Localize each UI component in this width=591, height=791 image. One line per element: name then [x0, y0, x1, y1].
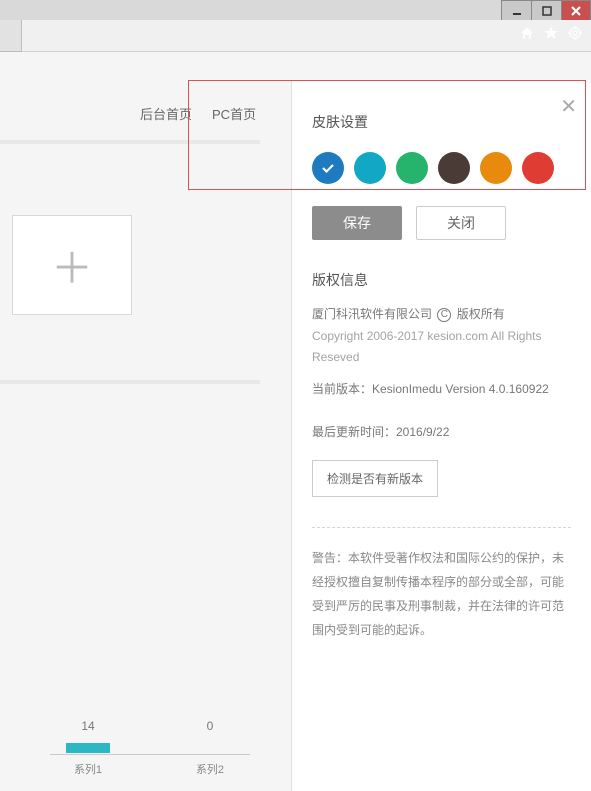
panel-close-button[interactable]: ✕	[560, 94, 577, 119]
copyright-title: 版权信息	[312, 270, 571, 290]
window-maximize-button[interactable]	[531, 0, 561, 20]
skin-swatch-red[interactable]	[522, 152, 554, 184]
chart-value-0: 14	[68, 719, 108, 733]
nav-backend-home[interactable]: 后台首页	[140, 104, 192, 123]
window-titlebar	[0, 0, 591, 20]
save-button[interactable]: 保存	[312, 206, 402, 240]
skin-swatch-orange[interactable]	[480, 152, 512, 184]
version-line: 当前版本：KesionImedu Version 4.0.160922	[312, 379, 571, 401]
divider	[0, 380, 260, 384]
star-icon[interactable]	[543, 25, 559, 46]
stats-chart: 14 0 系列1 系列2	[20, 701, 250, 781]
chart-bar	[66, 743, 110, 753]
update-line: 最后更新时间：2016/9/22	[312, 422, 571, 444]
copyright-icon: C	[437, 308, 451, 322]
company-line: 厦门科汛软件有限公司 C 版权所有	[312, 304, 571, 326]
legal-warning: 警告：本软件受著作权法和国际公约的保护，未经授权擅自复制传播本程序的部分或全部，…	[312, 546, 571, 642]
window-close-button[interactable]	[561, 0, 591, 20]
chart-value-1: 0	[190, 719, 230, 733]
check-icon	[320, 160, 336, 176]
skin-swatch-green[interactable]	[396, 152, 428, 184]
window-minimize-button[interactable]	[501, 0, 531, 20]
chart-category-1: 系列2	[180, 761, 240, 777]
nav-pc-home[interactable]: PC首页	[212, 104, 256, 123]
divider	[0, 140, 260, 144]
gear-icon[interactable]	[567, 25, 583, 46]
home-icon[interactable]	[519, 25, 535, 46]
panel-title: 皮肤设置	[312, 112, 571, 132]
separator	[312, 527, 571, 528]
add-card[interactable]: ＋	[12, 215, 132, 315]
copyright-en: Copyright 2006-2017 kesion.com All Right…	[312, 326, 571, 369]
browser-toolbar	[0, 20, 591, 52]
skin-swatches	[312, 152, 571, 184]
chart-axis	[50, 754, 250, 755]
plus-icon: ＋	[51, 235, 93, 296]
close-icon: ✕	[560, 96, 577, 118]
check-update-button[interactable]: 检测是否有新版本	[312, 460, 438, 497]
skin-swatch-brown[interactable]	[438, 152, 470, 184]
skin-settings-panel: ✕ 皮肤设置 保存 关闭 版权信息 厦门科汛软件有限公司 C 版权所有 Copy…	[291, 80, 591, 791]
close-button[interactable]: 关闭	[416, 206, 506, 240]
skin-swatch-cyan[interactable]	[354, 152, 386, 184]
skin-swatch-blue[interactable]	[312, 152, 344, 184]
chart-category-0: 系列1	[58, 761, 118, 777]
browser-tab-stub	[0, 20, 22, 52]
